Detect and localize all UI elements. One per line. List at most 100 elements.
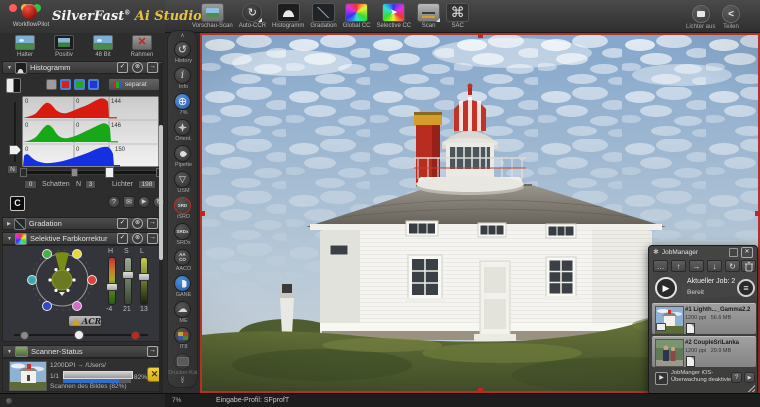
sat-slider-track[interactable] (124, 257, 132, 305)
wheel-dot-yellow[interactable] (73, 250, 82, 259)
toolbar-vorschau-scan[interactable]: Vorschau-Scan (190, 2, 235, 30)
cast-removal-button[interactable]: C (10, 196, 25, 211)
it8-icon[interactable] (174, 327, 191, 344)
toolbar-scan[interactable]: Scan (415, 2, 442, 30)
export-icon[interactable]: → (147, 62, 158, 73)
selective-panel-header[interactable]: ▼ Selektive Farbkorrektur ✓ ⊗ → (2, 232, 163, 245)
highlight-slider-handle[interactable] (105, 167, 114, 178)
aaco-icon[interactable]: AACO (174, 249, 191, 266)
toolbar-auto-ccr[interactable]: ↻ Auto-CCR (237, 2, 268, 30)
export-icon[interactable]: → (147, 346, 158, 357)
saturation-slider-handle[interactable] (74, 330, 84, 340)
mode-halter[interactable]: Halter (6, 35, 44, 58)
upload-icon[interactable]: ↑ (671, 260, 686, 272)
saturation-left-dot[interactable] (20, 331, 29, 340)
status-dot-icon[interactable] (6, 398, 12, 404)
histogram-display[interactable]: 0 0 144 0 0 146 0 0 15 (22, 96, 159, 167)
sat-slider-handle[interactable] (122, 271, 134, 279)
shadow-value-box[interactable]: 0 (24, 180, 37, 189)
download-icon[interactable]: ↓ (707, 260, 722, 272)
me-cloud-icon[interactable]: ☁ (174, 301, 191, 318)
lum-slider-track[interactable] (140, 257, 148, 305)
channel-green-button[interactable] (74, 79, 85, 90)
zoom-tool-icon[interactable]: ⊕ (174, 93, 191, 110)
lum-slider-handle[interactable] (138, 273, 150, 281)
collapse-icon[interactable]: ▼ (7, 349, 12, 355)
pipette-icon[interactable] (174, 145, 191, 162)
resize-grip[interactable] (745, 382, 755, 392)
midtone-slider-handle[interactable] (9, 145, 21, 155)
sync-icon[interactable]: ↻ (725, 260, 740, 272)
export-icon[interactable]: → (147, 218, 158, 229)
more-jobs-icon[interactable]: … (653, 260, 668, 272)
usm-icon[interactable]: ▽ (174, 171, 191, 188)
saturation-right-dot[interactable] (131, 331, 140, 340)
printer-calibration-icon[interactable] (174, 353, 191, 370)
start-job-button[interactable]: ▶ (655, 277, 677, 299)
channel-red-button[interactable] (60, 79, 71, 90)
enable-checkbox[interactable]: ✓ (117, 233, 128, 244)
mode-positiv[interactable]: Positiv (45, 35, 83, 58)
wheel-dot-magenta[interactable] (73, 302, 82, 311)
footer-play-button[interactable]: ▶ (744, 372, 755, 383)
frame-handle-right[interactable] (755, 211, 760, 216)
job-row-2[interactable]: #2 CoupleSriLanka 1200 ppi 29.9 MB (652, 336, 756, 367)
wheel-dot-blue[interactable] (43, 302, 52, 311)
export-icon[interactable]: → (147, 233, 158, 244)
orientation-icon[interactable] (174, 119, 191, 136)
levels-slider-track[interactable] (22, 170, 161, 175)
shadow-slider-handle[interactable] (20, 168, 27, 177)
mode-rahmen[interactable]: ✕Rahmen (123, 35, 161, 58)
wheel-dot-green[interactable] (43, 250, 52, 259)
toolbar-selective-cc[interactable]: ➤ Selective CC (374, 2, 413, 30)
hue-slider-handle[interactable] (106, 283, 118, 291)
share-button[interactable]: < Teilen (722, 5, 740, 30)
close-window-button[interactable] (9, 4, 17, 12)
color-wheel[interactable] (10, 246, 114, 314)
trash-icon[interactable] (741, 260, 756, 272)
gane-icon[interactable] (174, 275, 191, 292)
histogram-view-dropdown[interactable]: separat (108, 78, 160, 91)
highlight-shadow-tool-icon[interactable] (6, 78, 21, 93)
history-icon[interactable]: ↺ (174, 41, 191, 58)
close-icon[interactable]: ✕ (741, 247, 753, 258)
collapse-icon[interactable]: ▼ (7, 65, 12, 71)
job-row-1[interactable]: #1 Lighth..._Gamma2.2 1200 ppi 56.6 MB (652, 303, 756, 334)
mail-button[interactable]: ✉ (123, 196, 135, 208)
scroll-up-icon[interactable]: ∧ (168, 32, 197, 39)
reset-icon[interactable]: ⊗ (132, 62, 143, 73)
expand-icon[interactable]: ▶ (7, 221, 11, 227)
help-button[interactable]: ? (108, 196, 120, 208)
toolbar-gradation[interactable]: Gradation (308, 2, 338, 30)
add-job-icon[interactable]: → (689, 260, 704, 272)
highlight-value-box[interactable]: 198 (138, 180, 156, 189)
jobmanager-titlebar[interactable]: ✱ JobManager ✕ (649, 246, 757, 258)
toolbar-sac[interactable]: ⌘ SAC (444, 2, 471, 30)
footer-help-button[interactable]: ? (731, 372, 742, 383)
scroll-down-icon[interactable]: ∨∨ (168, 378, 197, 384)
gradation-panel-header[interactable]: ▶ Gradation ✓ ⊗ → (2, 217, 163, 230)
acr-button[interactable]: ACR (68, 315, 102, 327)
enable-checkbox[interactable]: ✓ (117, 62, 128, 73)
toolbar-global-cc[interactable]: Global CC (341, 2, 373, 30)
info-icon[interactable]: i (174, 67, 191, 84)
panel-scrollbar-thumb[interactable] (159, 125, 163, 260)
lights-off-button[interactable]: Lichter aus (686, 5, 715, 30)
scanner-status-header[interactable]: ▼ Scanner-Status → (2, 345, 163, 358)
histogram-panel-header[interactable]: ▼ Histogramm ✓ ⊗ → (2, 61, 163, 74)
workflowpilot-icon[interactable] (22, 4, 37, 19)
srdx-icon[interactable]: SRDx (174, 223, 191, 240)
reset-icon[interactable]: ⊗ (132, 218, 143, 229)
collapse-icon[interactable]: ▼ (7, 236, 12, 242)
frame-handle-left[interactable] (200, 211, 205, 216)
reset-icon[interactable]: ⊗ (132, 233, 143, 244)
channel-blue-button[interactable] (88, 79, 99, 90)
enable-checkbox[interactable]: ✓ (117, 218, 128, 229)
hue-slider-track[interactable] (108, 257, 116, 305)
toolbar-histogramm[interactable]: Histogramm (270, 2, 306, 30)
play-button[interactable]: ▶ (138, 196, 150, 208)
channel-gray-button[interactable] (46, 79, 57, 90)
wheel-dot-red[interactable] (88, 276, 97, 285)
wheel-dot-cyan[interactable] (28, 276, 37, 285)
job-settings-button[interactable]: ≡ (737, 279, 755, 297)
